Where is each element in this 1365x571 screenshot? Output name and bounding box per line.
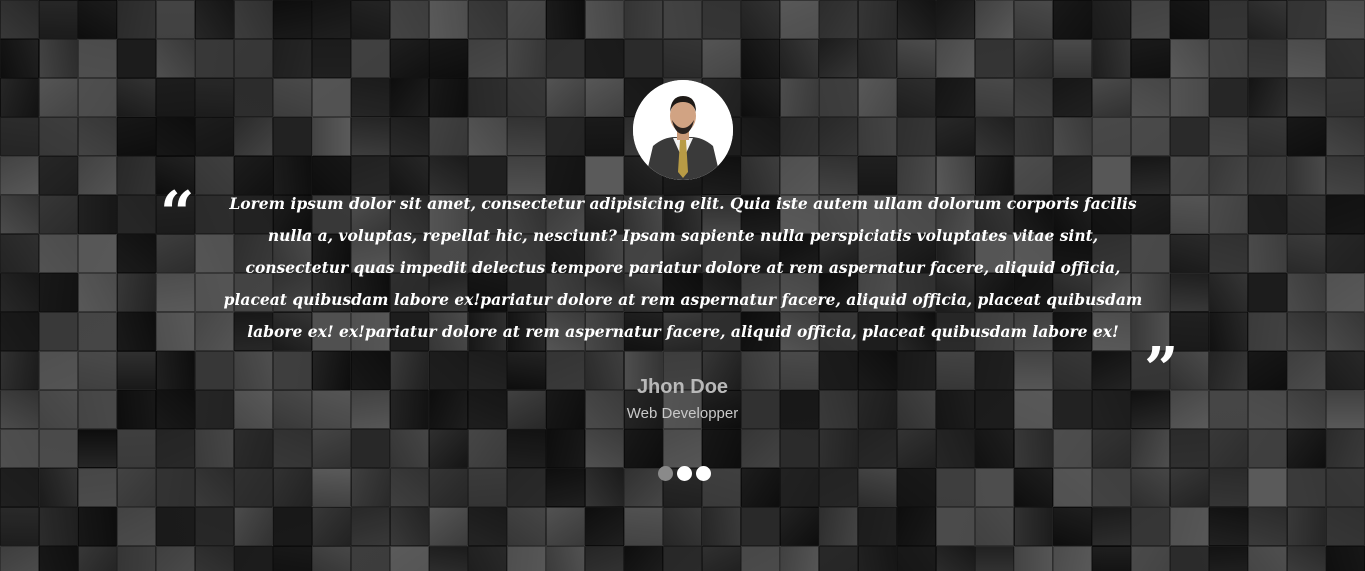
person-photo-icon — [633, 80, 733, 180]
author-avatar — [633, 80, 733, 180]
testimonial-section: “ Lorem ipsum dolor sit amet, consectetu… — [0, 0, 1365, 571]
carousel-pagination — [658, 466, 711, 481]
testimonial-content: “ Lorem ipsum dolor sit amet, consectetu… — [0, 0, 1365, 571]
author-role: Web Developper — [626, 405, 739, 422]
carousel-dot-1[interactable] — [658, 466, 673, 481]
carousel-dot-2[interactable] — [677, 466, 692, 481]
testimonial-quote: Lorem ipsum dolor sit amet, consectetur … — [223, 194, 1143, 341]
open-quote-icon: “ — [160, 179, 195, 249]
author-name: Jhon Doe — [636, 376, 729, 398]
carousel-dot-3[interactable] — [696, 466, 711, 481]
